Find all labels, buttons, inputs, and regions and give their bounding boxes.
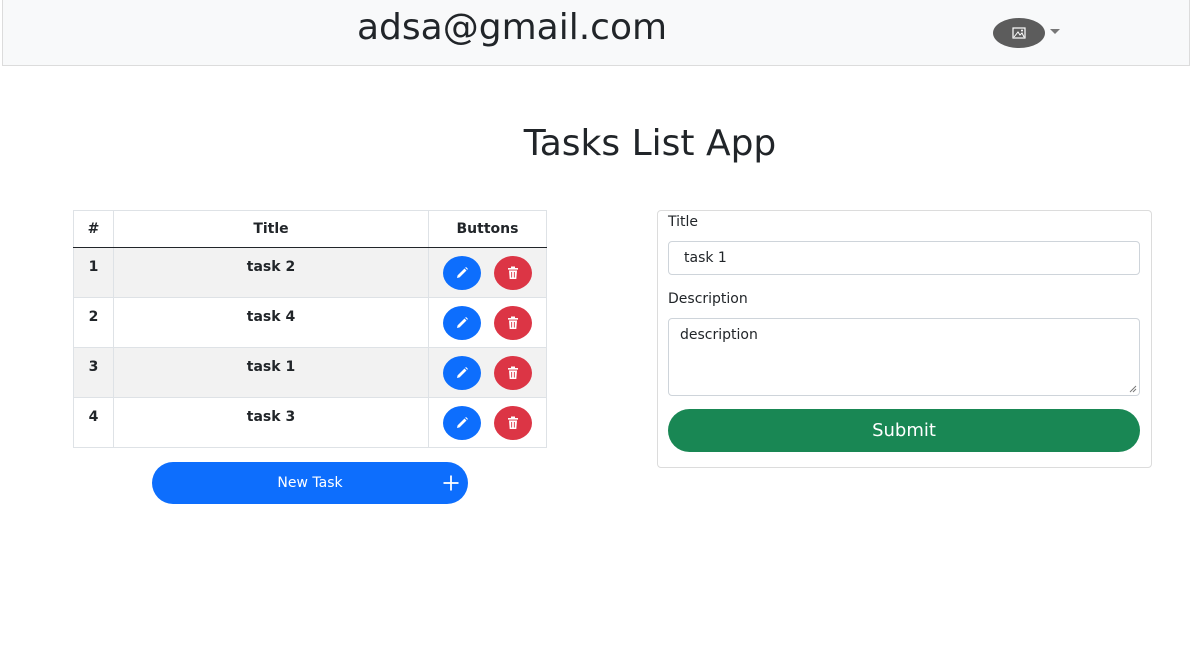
user-menu-dropdown[interactable] (993, 17, 1060, 49)
pencil-icon (457, 266, 468, 278)
edit-button[interactable] (443, 255, 481, 290)
row-actions (428, 347, 547, 398)
table-row: 3 task 1 (73, 347, 547, 398)
trash-icon (508, 416, 518, 429)
description-textarea[interactable]: description (668, 318, 1140, 396)
row-actions (428, 397, 547, 448)
user-email: adsa@gmail.com (357, 7, 668, 48)
description-label: Description (668, 291, 748, 307)
delete-button[interactable] (494, 255, 532, 290)
row-actions (428, 247, 547, 298)
pencil-icon (457, 316, 468, 328)
delete-button[interactable] (494, 355, 532, 390)
row-index: 3 (73, 347, 114, 398)
row-actions (428, 297, 547, 348)
avatar[interactable] (993, 18, 1045, 48)
table-row: 4 task 3 (73, 397, 547, 448)
column-header-buttons: Buttons (428, 210, 547, 248)
table-row: 1 task 2 (73, 247, 547, 298)
plus-icon (443, 475, 459, 491)
edit-button[interactable] (443, 355, 481, 390)
edit-button[interactable] (443, 405, 481, 440)
pencil-icon (457, 366, 468, 378)
delete-button[interactable] (494, 405, 532, 440)
title-input[interactable] (668, 241, 1140, 275)
description-text: description (680, 327, 758, 343)
trash-icon (508, 366, 518, 379)
new-task-label: New Task (277, 475, 343, 491)
row-index: 4 (73, 397, 114, 448)
navbar: adsa@gmail.com (2, 0, 1190, 66)
resize-handle-icon[interactable] (1129, 385, 1137, 393)
task-form: Title Description description Submit (657, 210, 1152, 468)
table-row: 2 task 4 (73, 297, 547, 348)
table-header-row: # Title Buttons (73, 210, 547, 248)
row-index: 2 (73, 297, 114, 348)
page-title: Tasks List App (523, 123, 777, 164)
tasks-table: # Title Buttons 1 task 2 2 task 4 3 task… (73, 210, 547, 448)
title-label: Title (668, 214, 699, 230)
chevron-down-icon (1050, 29, 1060, 34)
trash-icon (508, 316, 518, 329)
trash-icon (508, 266, 518, 279)
submit-button[interactable]: Submit (668, 409, 1140, 452)
row-title: task 3 (113, 397, 429, 448)
row-title: task 4 (113, 297, 429, 348)
pencil-icon (457, 416, 468, 428)
row-index: 1 (73, 247, 114, 298)
row-title: task 2 (113, 247, 429, 298)
delete-button[interactable] (494, 305, 532, 340)
image-icon (1012, 27, 1026, 39)
edit-button[interactable] (443, 305, 481, 340)
column-header-index: # (73, 210, 114, 248)
new-task-button[interactable]: New Task (152, 462, 468, 504)
row-title: task 1 (113, 347, 429, 398)
column-header-title: Title (113, 210, 429, 248)
